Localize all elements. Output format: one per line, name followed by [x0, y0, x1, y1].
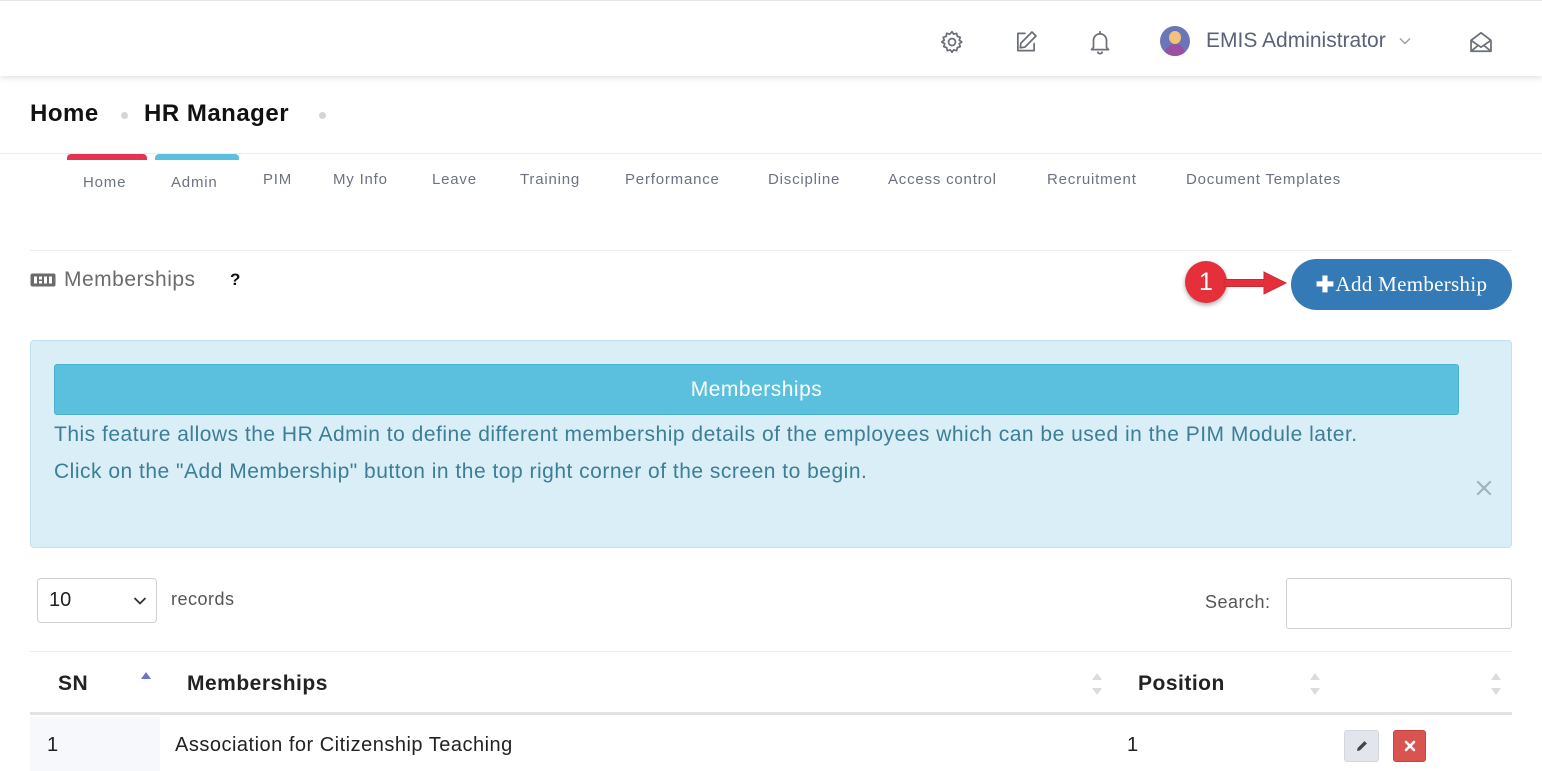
- search-input[interactable]: [1286, 578, 1512, 629]
- column-header-sn[interactable]: SN: [58, 672, 88, 696]
- row-sn: 1: [47, 734, 59, 756]
- module-tab-recruitment[interactable]: Recruitment: [1047, 154, 1157, 198]
- active-indicator: [67, 154, 147, 160]
- step-badge: 1: [1185, 261, 1227, 303]
- id-card-icon: [30, 273, 56, 287]
- module-nav: Home Admin PIM My Info Leave Training Pe…: [0, 154, 1542, 204]
- bell-icon[interactable]: [1086, 28, 1114, 56]
- alert-body: This feature allows the HR Admin to defi…: [54, 417, 1464, 490]
- help-icon[interactable]: ?: [230, 270, 240, 290]
- module-tab-access-control[interactable]: Access control: [888, 154, 1018, 198]
- sort-icon[interactable]: [1490, 671, 1502, 697]
- breadcrumb: Home HR Manager: [0, 76, 1542, 154]
- module-tab-performance[interactable]: Performance: [625, 154, 740, 198]
- table-header: SN Memberships Position: [30, 651, 1512, 715]
- close-icon: [1404, 740, 1415, 752]
- section-title-text: Memberships: [64, 268, 196, 291]
- column-header-position[interactable]: Position: [1138, 672, 1225, 696]
- row-position: 1: [1127, 734, 1139, 756]
- table-row: 1 Association for Citizenship Teaching 1: [30, 717, 1512, 771]
- row-membership: Association for Citizenship Teaching: [175, 734, 513, 756]
- page-length-value: 10: [49, 589, 72, 611]
- sort-icon[interactable]: [1091, 671, 1103, 697]
- breadcrumb-hr-manager[interactable]: HR Manager: [144, 100, 289, 128]
- plus-icon: ✚: [1315, 271, 1335, 297]
- sort-asc-icon[interactable]: [140, 670, 152, 696]
- module-tab-admin[interactable]: Admin: [155, 154, 239, 198]
- top-bar: EMIS Administrator: [0, 0, 1542, 76]
- edit-button[interactable]: [1344, 730, 1379, 762]
- search-label: Search:: [1205, 592, 1271, 612]
- module-tab-my-info[interactable]: My Info: [333, 154, 403, 198]
- add-membership-label: Add Membership: [1335, 272, 1488, 296]
- info-alert: Memberships This feature allows the HR A…: [30, 340, 1512, 548]
- chevron-down-icon: [133, 597, 147, 605]
- user-name: EMIS Administrator: [1206, 29, 1386, 52]
- breadcrumb-separator: [319, 112, 326, 119]
- active-indicator: [155, 154, 239, 160]
- module-tab-training[interactable]: Training: [520, 154, 600, 198]
- records-label: records: [171, 589, 235, 609]
- breadcrumb-home[interactable]: Home: [30, 100, 99, 128]
- alert-line-2: Click on the "Add Membership" button in …: [54, 459, 868, 483]
- module-tab-discipline[interactable]: Discipline: [768, 154, 863, 198]
- alert-line-1: This feature allows the HR Admin to defi…: [54, 423, 1358, 446]
- column-header-memberships[interactable]: Memberships: [187, 672, 328, 696]
- sort-icon[interactable]: [1309, 671, 1321, 697]
- delete-button[interactable]: [1393, 730, 1426, 762]
- page-length-select[interactable]: 10: [37, 578, 157, 623]
- arrow-right-icon: [1223, 271, 1288, 295]
- close-icon[interactable]: [1473, 477, 1495, 499]
- add-membership-button[interactable]: ✚ Add Membership: [1291, 259, 1512, 310]
- avatar: [1160, 26, 1190, 56]
- user-menu[interactable]: EMIS Administrator: [1160, 25, 1412, 57]
- gear-icon[interactable]: [938, 28, 966, 56]
- module-tab-pim[interactable]: PIM: [263, 154, 303, 198]
- breadcrumb-separator: [121, 112, 128, 119]
- module-tab-document-templates[interactable]: Document Templates: [1186, 154, 1366, 198]
- divider: [30, 250, 1512, 251]
- chevron-down-icon: [1399, 37, 1411, 45]
- pencil-icon: [1356, 741, 1367, 751]
- module-tab-leave[interactable]: Leave: [432, 154, 492, 198]
- module-tab-home[interactable]: Home: [67, 154, 147, 198]
- edit-icon[interactable]: [1012, 28, 1040, 56]
- mail-open-icon[interactable]: [1467, 28, 1495, 56]
- alert-heading: Memberships: [54, 364, 1459, 415]
- section-title: Memberships: [30, 266, 196, 294]
